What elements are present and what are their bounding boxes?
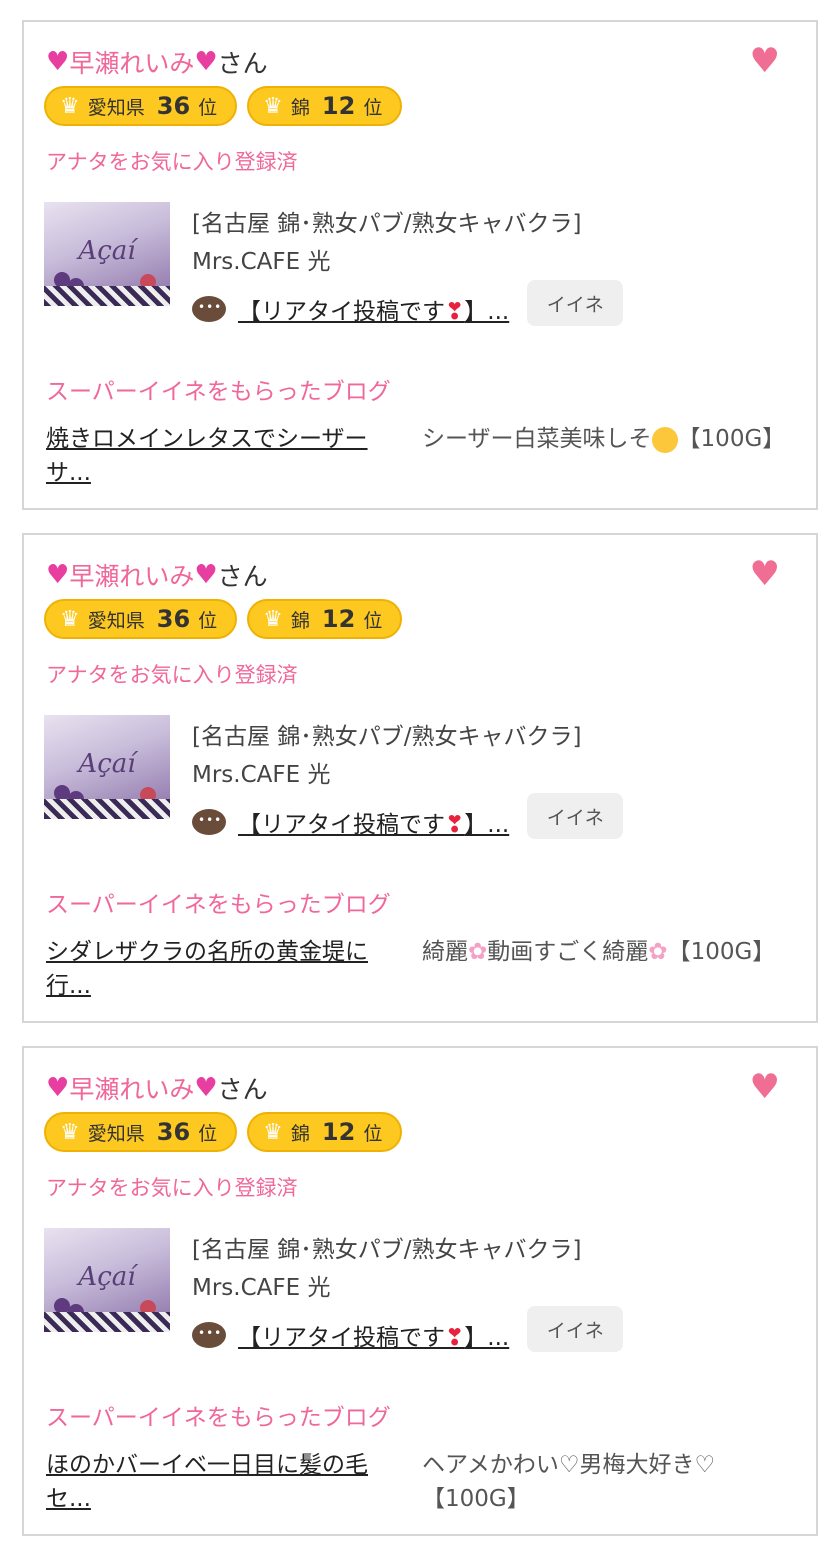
blog-comment: シーザー白菜美味しそ 【100G】 xyxy=(422,426,786,453)
exclamation-heart-icon: ❣ xyxy=(445,1325,465,1351)
smiling-face-icon xyxy=(651,426,678,453)
crown-icon: ♛ xyxy=(60,606,80,632)
flower-icon: ✿ xyxy=(648,939,668,965)
post-link[interactable]: 【リアタイ投稿です❣】... xyxy=(238,805,509,839)
like-button[interactable]: イイネ xyxy=(527,1306,624,1352)
shop-category: [名古屋 錦･熟女パブ/熟女キャバクラ] xyxy=(192,1237,582,1263)
badge-area: 錦 xyxy=(290,96,310,119)
area-rank-badge[interactable]: ♛ 錦 12 位 xyxy=(247,1112,403,1152)
post-row: 【リアタイ投稿です❣】... イイネ xyxy=(192,280,624,326)
flower-icon: ✿ xyxy=(468,939,488,965)
area-rank-badge[interactable]: ♛ 錦 12 位 xyxy=(247,86,403,126)
user-row[interactable]: ♥ 早瀬れいみ ♥ さん xyxy=(46,557,268,593)
badge-unit: 位 xyxy=(198,1122,218,1145)
badge-unit: 位 xyxy=(198,96,218,119)
shop-name[interactable]: Mrs.CAFE 光 xyxy=(192,242,330,276)
exclamation-heart-icon: ❣ xyxy=(445,812,465,838)
shop-thumbnail[interactable]: Açaí xyxy=(44,1228,170,1332)
crown-icon: ♛ xyxy=(263,93,283,119)
speech-bubble-icon xyxy=(192,1322,226,1348)
shop-thumbnail[interactable]: Açaí xyxy=(44,202,170,306)
speech-bubble-icon xyxy=(192,809,226,835)
favorite-card: ♥ 早瀬れいみ ♥ さん ♥ ♛ 愛知県 36 位 ♛ 錦 12 位 アナタをお気に… xyxy=(22,20,818,510)
blog-heading: スーパーイイネをもらったブログ xyxy=(46,1405,391,1431)
crown-icon: ♛ xyxy=(263,606,283,632)
crown-icon: ♛ xyxy=(60,93,80,119)
badge-rank: 36 xyxy=(156,605,191,633)
badge-prefecture: 愛知県 xyxy=(87,96,145,119)
favorite-heart-icon[interactable]: ♥ xyxy=(750,44,780,78)
post-row: 【リアタイ投稿です❣】... イイネ xyxy=(192,793,624,839)
user-name[interactable]: 早瀬れいみ xyxy=(69,557,194,593)
badge-unit: 位 xyxy=(363,96,383,119)
rank-badges: ♛ 愛知県 36 位 ♛ 錦 12 位 xyxy=(44,86,403,126)
heart-icon: ♥ xyxy=(46,1073,70,1103)
crown-icon: ♛ xyxy=(263,1119,283,1145)
favorite-card: ♥ 早瀬れいみ ♥ さん ♥ ♛ 愛知県 36 位 ♛ 錦 12 位 アナタをお気に… xyxy=(22,533,818,1023)
user-suffix: さん xyxy=(217,1075,268,1104)
post-link[interactable]: 【リアタイ投稿です❣】... xyxy=(238,292,509,326)
heart-icon: ♥ xyxy=(46,47,70,77)
badge-rank: 12 xyxy=(321,92,356,120)
blog-comment: 綺麗✿動画すごく綺麗✿【100G】 xyxy=(422,939,776,965)
badge-rank: 36 xyxy=(156,92,191,120)
prefecture-rank-badge[interactable]: ♛ 愛知県 36 位 xyxy=(44,1112,238,1152)
user-name[interactable]: 早瀬れいみ xyxy=(69,44,194,80)
user-row[interactable]: ♥ 早瀬れいみ ♥ さん xyxy=(46,1070,268,1106)
shop-category: [名古屋 錦･熟女パブ/熟女キャバクラ] xyxy=(192,724,582,750)
favorite-status: アナタをお気に入り登録済 xyxy=(46,663,298,687)
shop-thumbnail[interactable]: Açaí xyxy=(44,715,170,819)
badge-unit: 位 xyxy=(363,1122,383,1145)
badge-rank: 12 xyxy=(321,605,356,633)
post-link[interactable]: 【リアタイ投稿です❣】... xyxy=(238,1318,509,1352)
blog-comment: ヘアメかわい♡男梅大好き♡【100G】 xyxy=(422,1452,716,1512)
badge-rank: 36 xyxy=(156,1118,191,1146)
badge-area: 錦 xyxy=(290,1122,310,1145)
badge-area: 錦 xyxy=(290,609,310,632)
badge-prefecture: 愛知県 xyxy=(87,1122,145,1145)
user-suffix: さん xyxy=(217,49,268,78)
area-rank-badge[interactable]: ♛ 錦 12 位 xyxy=(247,599,403,639)
favorite-status: アナタをお気に入り登録済 xyxy=(46,150,298,174)
prefecture-rank-badge[interactable]: ♛ 愛知県 36 位 xyxy=(44,599,238,639)
blog-heading: スーパーイイネをもらったブログ xyxy=(46,379,391,405)
like-button[interactable]: イイネ xyxy=(527,793,624,839)
badge-prefecture: 愛知県 xyxy=(87,609,145,632)
badge-rank: 12 xyxy=(321,1118,356,1146)
thumbnail-logo: Açaí xyxy=(78,236,136,266)
shop-name[interactable]: Mrs.CAFE 光 xyxy=(192,755,330,789)
favorite-heart-icon[interactable]: ♥ xyxy=(750,557,780,591)
user-suffix: さん xyxy=(217,562,268,591)
like-button[interactable]: イイネ xyxy=(527,280,624,326)
favorite-card: ♥ 早瀬れいみ ♥ さん ♥ ♛ 愛知県 36 位 ♛ 錦 12 位 アナタをお気に… xyxy=(22,1046,818,1536)
blog-link[interactable]: 焼きロメインレタスでシーザーサ... xyxy=(46,422,396,490)
rank-badges: ♛ 愛知県 36 位 ♛ 錦 12 位 xyxy=(44,1112,403,1152)
favorite-heart-icon[interactable]: ♥ xyxy=(750,1070,780,1104)
favorite-status: アナタをお気に入り登録済 xyxy=(46,1176,298,1200)
prefecture-rank-badge[interactable]: ♛ 愛知県 36 位 xyxy=(44,86,238,126)
badge-unit: 位 xyxy=(198,609,218,632)
user-name[interactable]: 早瀬れいみ xyxy=(69,1070,194,1106)
speech-bubble-icon xyxy=(192,296,226,322)
rank-badges: ♛ 愛知県 36 位 ♛ 錦 12 位 xyxy=(44,599,403,639)
heart-icon: ♥ xyxy=(46,560,70,590)
thumbnail-logo: Açaí xyxy=(78,1262,136,1292)
badge-unit: 位 xyxy=(363,609,383,632)
crown-icon: ♛ xyxy=(60,1119,80,1145)
heart-icon: ♥ xyxy=(194,560,218,590)
blog-link[interactable]: シダレザクラの名所の黄金堤に行... xyxy=(46,935,396,1003)
shop-name[interactable]: Mrs.CAFE 光 xyxy=(192,1268,330,1302)
heart-icon: ♥ xyxy=(194,47,218,77)
shop-category: [名古屋 錦･熟女パブ/熟女キャバクラ] xyxy=(192,211,582,237)
post-row: 【リアタイ投稿です❣】... イイネ xyxy=(192,1306,624,1352)
blog-heading: スーパーイイネをもらったブログ xyxy=(46,892,391,918)
user-row[interactable]: ♥ 早瀬れいみ ♥ さん xyxy=(46,44,268,80)
blog-link[interactable]: ほのかバーイベ一日目に髪の毛セ... xyxy=(46,1448,396,1516)
heart-icon: ♥ xyxy=(194,1073,218,1103)
thumbnail-logo: Açaí xyxy=(78,749,136,779)
exclamation-heart-icon: ❣ xyxy=(445,299,465,325)
